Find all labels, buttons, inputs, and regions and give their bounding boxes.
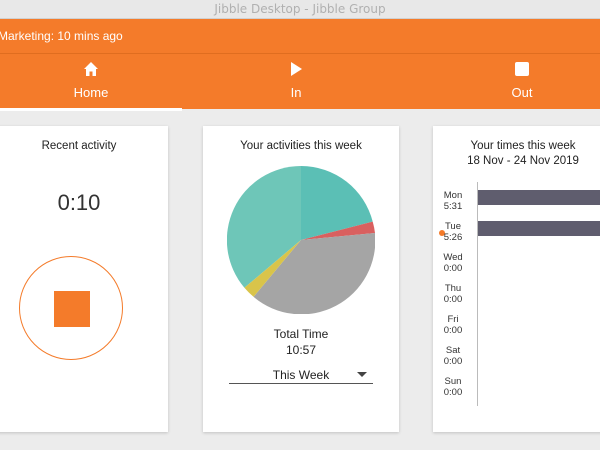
total-time-label: Total Time xyxy=(273,327,329,341)
day-label: Sat xyxy=(445,345,461,356)
day-row-tue: Tue 5:26 xyxy=(433,221,473,243)
day-label: Fri xyxy=(447,314,459,325)
day-row-thu: Thu 0:00 xyxy=(433,283,473,305)
tab-in-label: In xyxy=(290,85,302,100)
recent-activity-title: Recent activity xyxy=(41,140,117,152)
day-label: Tue xyxy=(444,221,462,232)
day-time: 0:00 xyxy=(443,294,463,305)
tab-out[interactable]: Out xyxy=(434,54,600,110)
day-row-sat: Sat 0:00 xyxy=(433,345,473,367)
day-label: Wed xyxy=(443,252,463,263)
window-title: Jibble Desktop - Jibble Group xyxy=(214,2,386,16)
stop-square-icon xyxy=(54,291,90,327)
activities-title: Your activities this week xyxy=(240,140,362,152)
time-bar-tue xyxy=(478,221,600,236)
main-nav: Home In Out xyxy=(0,53,600,111)
total-time-value: 10:57 xyxy=(285,343,317,357)
period-select[interactable]: This Week xyxy=(229,366,373,384)
day-time: 5:26 xyxy=(443,232,463,243)
home-icon xyxy=(84,62,98,76)
times-date-range: 18 Nov - 24 Nov 2019 xyxy=(467,155,579,167)
stop-timer-button[interactable] xyxy=(19,256,123,360)
tab-home[interactable]: Home xyxy=(0,54,182,111)
chevron-down-icon xyxy=(357,372,367,377)
period-select-value: This Week xyxy=(272,368,330,382)
recent-activity-card: Recent activity 0:10 xyxy=(0,126,168,432)
play-icon xyxy=(291,62,302,76)
activity-timer: 0:10 xyxy=(57,190,101,215)
day-label: Mon xyxy=(443,190,463,201)
day-time: 0:00 xyxy=(443,387,463,398)
day-row-fri: Fri 0:00 xyxy=(433,314,473,336)
day-time: 5:31 xyxy=(443,201,463,212)
times-axis xyxy=(477,182,478,406)
status-bar: Marketing: 10 mins ago xyxy=(0,19,600,53)
day-label: Sun xyxy=(444,376,462,387)
tab-out-label: Out xyxy=(511,85,533,100)
time-bar-mon xyxy=(478,190,600,205)
day-label: Thu xyxy=(444,283,462,294)
activities-pie-chart xyxy=(227,166,375,314)
active-tab-indicator xyxy=(0,108,182,111)
window-titlebar: Jibble Desktop - Jibble Group xyxy=(0,0,600,19)
day-time: 0:00 xyxy=(443,356,463,367)
day-time: 0:00 xyxy=(443,325,463,336)
status-text: Marketing: 10 mins ago xyxy=(0,29,123,43)
tab-in[interactable]: In xyxy=(208,54,384,110)
stop-icon xyxy=(515,62,529,76)
tab-home-label: Home xyxy=(73,85,109,100)
times-card: Your times this week 18 Nov - 24 Nov 201… xyxy=(433,126,600,432)
day-row-wed: Wed 0:00 xyxy=(433,252,473,274)
day-row-mon: Mon 5:31 xyxy=(433,190,473,212)
times-title: Your times this week xyxy=(470,140,576,152)
day-row-sun: Sun 0:00 xyxy=(433,376,473,398)
day-time: 0:00 xyxy=(443,263,463,274)
activities-card: Your activities this week Total Time 10:… xyxy=(203,126,399,432)
